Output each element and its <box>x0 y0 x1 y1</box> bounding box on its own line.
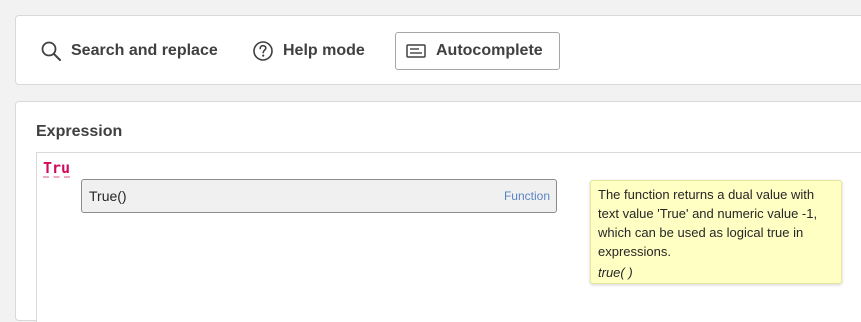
help-mode-button[interactable]: Help mode <box>252 32 365 70</box>
suggestion-name: True() <box>89 188 127 204</box>
autocomplete-label: Autocomplete <box>436 42 543 59</box>
search-and-replace-label: Search and replace <box>71 42 218 59</box>
expression-editor[interactable]: Tru True() Function The function returns… <box>36 152 861 322</box>
expression-title: Expression <box>36 123 123 140</box>
expression-toolbar: Search and replace Help mode Autocomplet… <box>15 15 861 85</box>
tooltip-description: The function returns a dual value with t… <box>598 187 818 259</box>
expression-panel: Expression Tru True() Function The funct… <box>15 101 861 322</box>
typed-expression-text: Tru <box>43 159 71 177</box>
search-icon <box>41 41 61 61</box>
function-help-tooltip: The function returns a dual value with t… <box>590 180 842 284</box>
help-icon <box>253 41 273 61</box>
search-and-replace-button[interactable]: Search and replace <box>40 32 218 70</box>
autocomplete-suggestion[interactable]: True() Function <box>81 179 557 213</box>
autocomplete-button[interactable]: Autocomplete <box>395 32 560 70</box>
tooltip-signature: true( ) <box>598 265 633 280</box>
autocomplete-icon <box>406 44 426 58</box>
help-mode-label: Help mode <box>283 42 365 59</box>
suggestion-kind: Function <box>503 189 550 203</box>
